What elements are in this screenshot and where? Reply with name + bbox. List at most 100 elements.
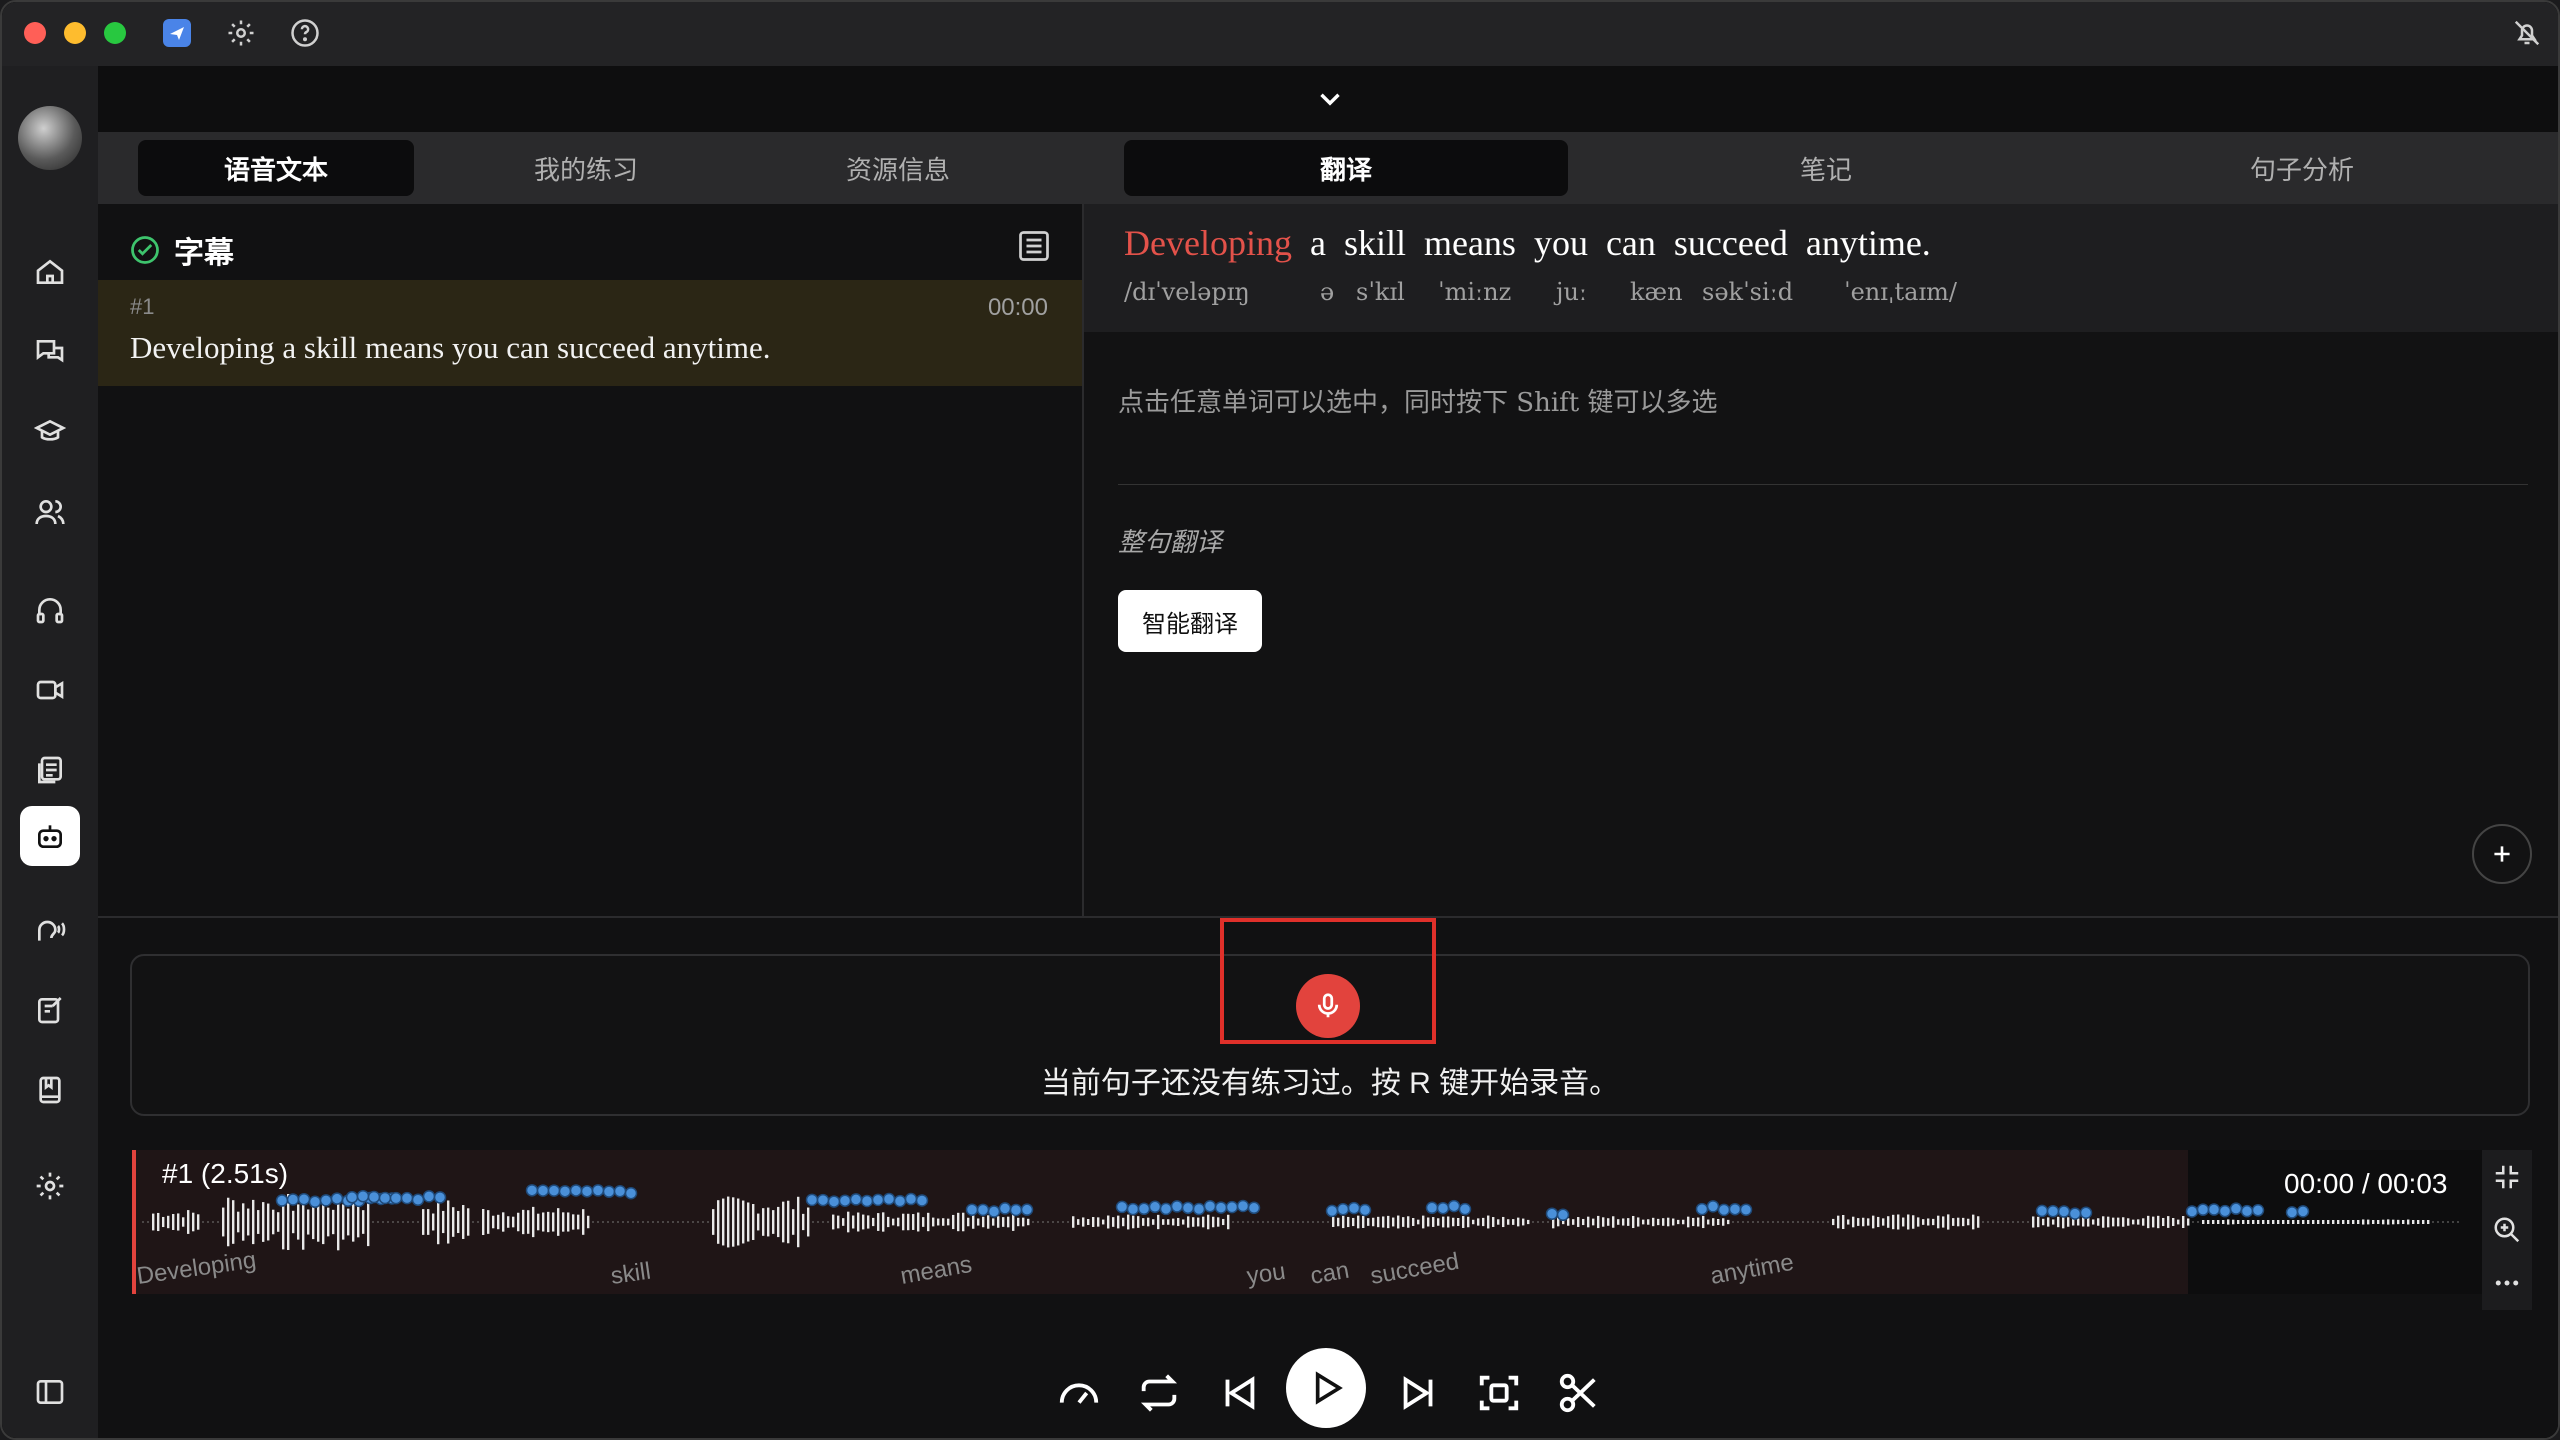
- word-selected[interactable]: Developing: [1124, 222, 1292, 264]
- title-bar: [2, 2, 2558, 66]
- user-avatar[interactable]: [18, 106, 82, 170]
- waveform-bar: [1702, 1215, 1705, 1229]
- tab-translation[interactable]: 翻译: [1124, 140, 1568, 196]
- waveform-bar: [2237, 1220, 2240, 1224]
- collapse-panel-button[interactable]: [98, 66, 2558, 132]
- waveform-bar: [1912, 1215, 1915, 1229]
- waveform-bar: [997, 1216, 1000, 1228]
- word[interactable]: succeed: [1674, 222, 1788, 264]
- shrink-icon[interactable]: [2492, 1162, 2522, 1192]
- pitch-point: [987, 1205, 1001, 1218]
- waveform-bar: [1517, 1217, 1520, 1227]
- pitch-point: [1436, 1201, 1450, 1215]
- pitch-point: [1009, 1203, 1023, 1217]
- tab-transcript[interactable]: 语音文本: [138, 140, 414, 196]
- video-icon[interactable]: [20, 660, 80, 720]
- waveform-bar: [1072, 1216, 1075, 1228]
- app-logo-icon[interactable]: [160, 16, 194, 50]
- graduation-cap-icon[interactable]: [20, 402, 80, 462]
- speaking-icon[interactable]: [20, 900, 80, 960]
- waveform-bar: [1407, 1216, 1410, 1228]
- waveform-bar: [922, 1217, 925, 1227]
- bookmark-book-icon[interactable]: [20, 1060, 80, 1120]
- waveform-bar: [742, 1200, 745, 1244]
- tab-notes[interactable]: 笔记: [1604, 140, 2048, 196]
- repeat-icon[interactable]: [1124, 1358, 1194, 1428]
- minimize-window-button[interactable]: [64, 22, 86, 44]
- word[interactable]: means: [1424, 222, 1516, 264]
- word[interactable]: a: [1310, 222, 1326, 264]
- waveform-bar: [2362, 1219, 2365, 1225]
- pitch-point: [367, 1190, 381, 1204]
- waveform-bar: [1447, 1216, 1450, 1228]
- sidebar-toggle-icon[interactable]: [20, 1362, 80, 1422]
- waveform-bar: [1622, 1218, 1625, 1226]
- waveform-bar: [177, 1213, 180, 1231]
- waveform-bar: [232, 1200, 235, 1244]
- waveform-bar: [227, 1197, 230, 1247]
- right-tab-bar: 翻译 笔记 句子分析: [1084, 132, 2558, 204]
- word[interactable]: anytime.: [1806, 222, 1931, 264]
- previous-icon[interactable]: [1204, 1358, 1274, 1428]
- waveform-bar: [1212, 1216, 1215, 1228]
- notification-off-icon[interactable]: [2510, 16, 2544, 50]
- subtitle-title: 字幕: [174, 237, 234, 270]
- next-icon[interactable]: [1384, 1358, 1454, 1428]
- waveform-bar: [1467, 1216, 1470, 1228]
- chevron-down-icon: [1320, 93, 1340, 106]
- edit-notes-icon[interactable]: [20, 980, 80, 1040]
- waveform-bar: [2352, 1220, 2355, 1224]
- record-button[interactable]: [1296, 974, 1360, 1038]
- tab-my-practice[interactable]: 我的练习: [448, 140, 724, 196]
- word[interactable]: skill: [1344, 222, 1406, 264]
- subtitle-cue-row[interactable]: #1 00:00 Developing a skill means you ca…: [98, 280, 1082, 386]
- word[interactable]: you: [1534, 222, 1588, 264]
- play-button[interactable]: [1286, 1348, 1366, 1428]
- add-button[interactable]: [2472, 824, 2532, 884]
- pitch-point: [286, 1193, 300, 1206]
- waveform-bar: [712, 1209, 715, 1235]
- waveform-bar: [1597, 1215, 1600, 1229]
- settings-gear-icon[interactable]: [224, 16, 258, 50]
- tab-resource-info[interactable]: 资源信息: [760, 140, 1036, 196]
- waveform-bar: [1922, 1219, 1925, 1225]
- assistant-bot-icon[interactable]: [20, 806, 80, 866]
- zoom-in-icon[interactable]: [2492, 1215, 2522, 1245]
- maximize-window-button[interactable]: [104, 22, 126, 44]
- waveform-bar: [717, 1200, 720, 1244]
- waveform-word-label: you: [1245, 1258, 1287, 1290]
- tab-sentence-analysis[interactable]: 句子分析: [2080, 140, 2524, 196]
- home-icon[interactable]: [20, 242, 80, 302]
- headphones-icon[interactable]: [20, 580, 80, 640]
- waveform-bar: [2227, 1219, 2230, 1225]
- waveform-bar: [1877, 1216, 1880, 1228]
- smart-translate-button[interactable]: 智能翻译: [1118, 590, 1262, 652]
- users-icon[interactable]: [20, 482, 80, 542]
- more-options-icon[interactable]: [2492, 1268, 2522, 1298]
- close-window-button[interactable]: [24, 22, 46, 44]
- waveform-bar: [547, 1211, 550, 1233]
- scissors-icon[interactable]: [1544, 1358, 1614, 1428]
- waveform-bar: [222, 1207, 225, 1237]
- waveform-bar: [1487, 1215, 1490, 1229]
- preferences-gear-icon[interactable]: [20, 1156, 80, 1216]
- waveform-bar: [257, 1210, 260, 1234]
- pitch-point: [378, 1191, 392, 1205]
- chat-icon[interactable]: [20, 322, 80, 382]
- recording-message: 当前句子还没有练习过。按 R 键开始录音。: [1040, 1067, 1620, 1100]
- waveform-bar: [1497, 1219, 1500, 1225]
- pitch-point: [882, 1192, 896, 1206]
- pitch-point: [1225, 1200, 1239, 1214]
- waveform-bar: [917, 1212, 920, 1232]
- list-view-icon[interactable]: [1016, 228, 1052, 269]
- waveform-graphic[interactable]: Developing skill means you can succeed anytime: [132, 1150, 2472, 1294]
- help-icon[interactable]: [288, 16, 322, 50]
- documents-icon[interactable]: [20, 740, 80, 800]
- waveform-panel[interactable]: Developing skill means you can succeed anytime…: [132, 1150, 2532, 1310]
- pitch-point: [805, 1193, 819, 1207]
- screen-capture-icon[interactable]: [1464, 1358, 1534, 1428]
- speed-gauge-icon[interactable]: [1044, 1358, 1114, 1428]
- word[interactable]: can: [1606, 222, 1656, 264]
- translation-panel: Developing a skill means you can succeed…: [1084, 204, 2558, 916]
- waveform-bar: [2247, 1220, 2250, 1224]
